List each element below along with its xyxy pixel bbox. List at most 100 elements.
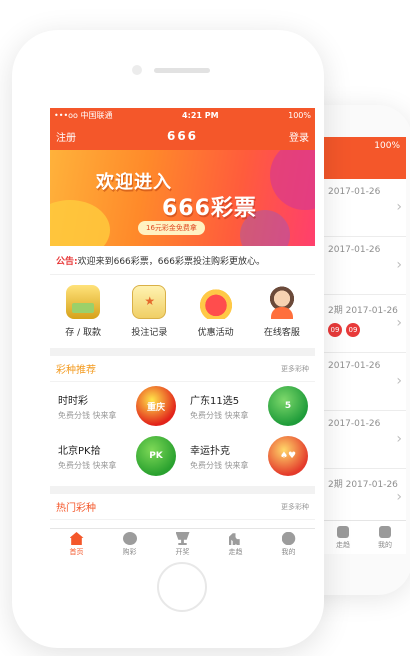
chevron-right-icon: › [396,199,402,215]
lottery-name: 幸运扑克 [190,446,230,457]
app-showcase: 100% 2017-01-26 › 2017-01-26 › 2期 2017-0… [0,0,410,656]
camera-dot [132,65,142,75]
more-lotteries-link[interactable]: 更多彩种 [281,364,309,374]
quick-link-promotions[interactable]: 优惠活动 [183,275,249,348]
banner-headline-2: 666彩票 [162,196,257,221]
user-icon [379,525,391,538]
tab-buy[interactable]: 购彩 [103,529,156,560]
quick-link-label: 存 / 取款 [65,328,101,338]
speaker-grille [154,68,210,73]
lottery-card-lucky-poker[interactable]: 幸运扑克 免费分钱 快来拿 ♠♥ [182,432,314,482]
login-link[interactable]: 登录 [289,129,309,144]
record-book-icon [132,285,167,319]
app-title: 666 [166,129,199,143]
announcement-label: 公告: [56,256,78,267]
quick-link-label: 投注记录 [131,328,168,338]
quick-links: 存 / 取款 投注记录 优惠活动 在线客服 [50,274,315,348]
chevron-right-icon: › [396,431,402,447]
register-link[interactable]: 注册 [56,129,76,144]
tab-label: 开奖 [175,548,190,556]
lottery-subtitle: 免费分钱 快来拿 [58,461,117,470]
back-battery-text: 100% [374,141,400,151]
recommended-lotteries: 彩种推荐 更多彩种 时时彩 免费分钱 快来拿 重庆 广东11选5 免费分钱 快来… [50,356,315,486]
gift-box-icon [198,285,233,319]
lottery-subtitle: 免费分钱 快来拿 [58,411,117,420]
back-tab-mine[interactable]: 我的 [364,521,406,554]
quick-link-label: 优惠活动 [197,328,234,338]
back-draw-row[interactable]: 2017-01-26 › [322,353,406,411]
more-lotteries-link[interactable]: 更多彩种 [281,502,309,512]
quick-link-support[interactable]: 在线客服 [249,275,315,348]
lottery-subtitle: 免费分钱 快来拿 [190,411,249,420]
tab-mine[interactable]: 我的 [262,529,315,560]
quick-link-deposit[interactable]: 存 / 取款 [50,275,116,348]
promo-banner[interactable]: 欢迎进入 666彩票 16元彩金免费拿 [50,150,315,246]
lottery-card-ssc[interactable]: 时时彩 免费分钱 快来拿 重庆 [50,382,182,432]
back-tab-label: 走趋 [336,540,350,549]
tab-label: 首页 [69,548,84,556]
trophy-icon [175,532,190,545]
lottery-subtitle: 免费分钱 快来拿 [190,461,249,470]
section-header: 热门彩种 更多彩种 [50,494,315,520]
back-status-bar: 100% [322,137,406,155]
user-icon [281,532,296,545]
quick-link-bet-record[interactable]: 投注记录 [116,275,182,348]
back-draw-date: 2期 2017-01-26 [328,480,398,490]
lottery-logo-icon: 5 [268,386,308,426]
lottery-logo-icon: PK [136,436,176,476]
lottery-grid: 时时彩 免费分钱 快来拿 重庆 广东11选5 免费分钱 快来拿 5 北京PK拾 … [50,382,315,482]
lottery-ball: 09 [346,323,360,337]
hot-lotteries: 热门彩种 更多彩种 [50,494,315,528]
lottery-card-gd11x5[interactable]: 广东11选5 免费分钱 快来拿 5 [182,382,314,432]
back-draw-list: 2017-01-26 › 2017-01-26 › 2期 2017-01-26 … [322,179,406,527]
banner-decoration [270,150,315,210]
lottery-name: 广东11选5 [190,396,240,407]
bar-chart-icon [228,533,240,545]
back-draw-date: 2期 2017-01-26 [328,306,398,316]
banner-headline-1: 欢迎进入 [96,172,172,193]
back-tab-bar: 走趋 我的 [322,520,406,554]
chevron-right-icon: › [396,373,402,389]
top-nav-bar: 注册 666 登录 [50,122,315,150]
tab-home[interactable]: 首页 [50,529,103,560]
tab-results[interactable]: 开奖 [156,529,209,560]
back-draw-row[interactable]: 2期 2017-01-26 › [322,469,406,527]
tab-trend[interactable]: 走趋 [209,529,262,560]
chevron-right-icon: › [396,257,402,273]
back-draw-date: 2017-01-26 [328,245,381,255]
lottery-logo-icon: 重庆 [136,386,176,426]
back-draw-row[interactable]: 2017-01-26 › [322,179,406,237]
announcement-text: 欢迎来到666彩票，666彩票投注购彩更放心。 [77,256,265,267]
app-screen: •••oo 中国联通 4:21 PM 100% 注册 666 登录 欢迎进入 6… [50,108,315,560]
battery-text: 100% [288,110,311,120]
back-nav-bar [322,155,406,179]
chevron-right-icon: › [396,489,402,505]
banner-decoration [50,200,110,246]
chevron-right-icon: › [396,315,402,331]
customer-service-icon [264,285,299,319]
announcement-bar[interactable]: 公告: 欢迎来到666彩票，666彩票投注购彩更放心。 [50,246,315,274]
lottery-name: 时时彩 [58,396,88,407]
back-tab-trend[interactable]: 走趋 [322,521,364,554]
back-draw-row[interactable]: 2期 2017-01-26 09 09 › [322,295,406,353]
money-stack-icon [66,285,101,319]
tab-label: 走趋 [228,548,243,556]
banner-bonus-pill: 16元彩金免费拿 [138,221,205,235]
bottom-tab-bar: 首页 购彩 开奖 走趋 我的 [50,528,315,560]
tab-label: 我的 [281,548,296,556]
tab-label: 购彩 [122,548,137,556]
clock-text: 4:21 PM [182,110,219,120]
bar-chart-icon [337,525,349,538]
wheel-icon [122,532,137,545]
back-draw-row[interactable]: 2017-01-26 › [322,237,406,295]
back-draw-date: 2017-01-26 [328,419,381,429]
lottery-name: 北京PK拾 [58,446,101,457]
back-draw-date: 2017-01-26 [328,187,381,197]
section-title: 热门彩种 [56,503,96,514]
lottery-card-bjpk10[interactable]: 北京PK拾 免费分钱 快来拿 PK [50,432,182,482]
back-draw-date: 2017-01-26 [328,361,381,371]
lottery-ball: 09 [328,323,342,337]
home-button[interactable] [157,562,207,612]
back-tab-label: 我的 [378,540,392,549]
back-draw-row[interactable]: 2017-01-26 › [322,411,406,469]
